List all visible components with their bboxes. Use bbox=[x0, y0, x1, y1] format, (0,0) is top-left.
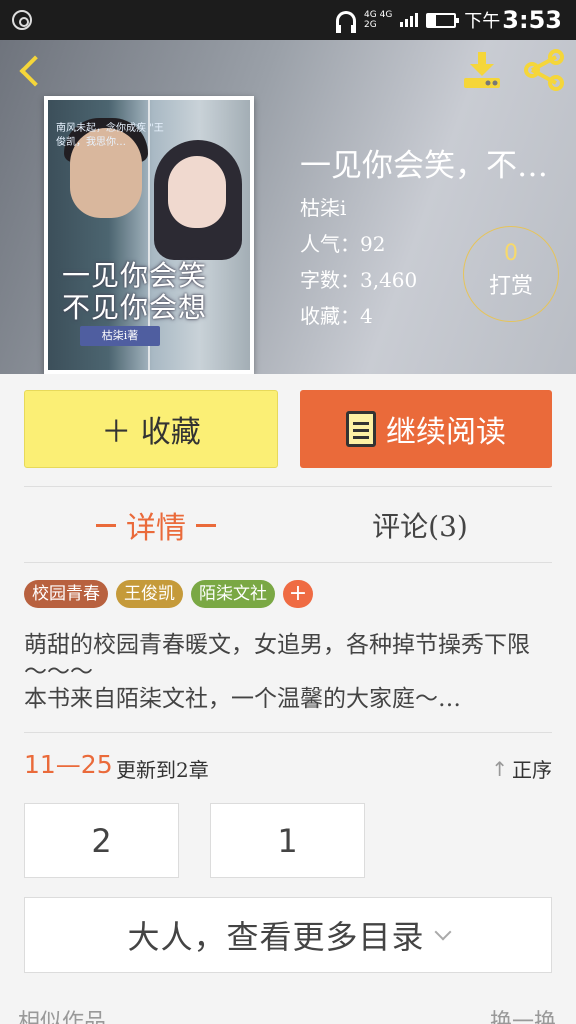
book-author[interactable]: 枯柒i bbox=[300, 192, 346, 221]
divider bbox=[24, 486, 552, 487]
network-type: 4G 4G 2G bbox=[364, 10, 393, 30]
sort-order-label: 正序 bbox=[512, 758, 552, 782]
divider bbox=[24, 732, 552, 733]
book-description[interactable]: 萌甜的校园青春暖文，女追男，各种掉节操秀下限～～～ 本书来自陌柒文社，一个温馨的… bbox=[24, 632, 552, 713]
similar-works-title: 相似作品 bbox=[18, 1010, 107, 1024]
clock: 3:53 bbox=[502, 6, 562, 34]
chapter-item[interactable]: 2 bbox=[24, 803, 179, 878]
book-cover[interactable]: 南风未起，念你成疾 "王俊凯，我思你… 一见你会笑 不见你会想 枯柒i著 bbox=[44, 96, 254, 374]
share-icon bbox=[524, 49, 564, 91]
update-date: 11—25 bbox=[24, 750, 113, 779]
book-title: 一见你会笑，不… bbox=[300, 148, 548, 184]
add-tag-button[interactable]: + bbox=[283, 580, 313, 608]
favorites-stat: 收藏：4 bbox=[300, 304, 373, 328]
battery-icon bbox=[426, 12, 460, 28]
tip-count: 0 bbox=[504, 241, 518, 266]
popularity-stat: 人气：92 bbox=[300, 232, 386, 256]
similar-refresh-button[interactable]: 换一换 bbox=[490, 1004, 556, 1024]
divider bbox=[24, 562, 552, 563]
view-more-catalog-label: 大人，查看更多目录 bbox=[127, 918, 425, 956]
update-status: 更新到2章 bbox=[116, 758, 209, 782]
book-icon bbox=[346, 411, 376, 447]
cover-author-badge: 枯柒i著 bbox=[80, 326, 160, 346]
download-button[interactable] bbox=[460, 48, 504, 92]
tip-label: 打赏 bbox=[488, 274, 533, 299]
time-prefix: 下午 bbox=[464, 11, 501, 32]
cover-blurb: 南风未起，念你成疾 "王俊凯，我思你… bbox=[56, 123, 164, 148]
word-count-stat: 字数：3,460 bbox=[300, 268, 418, 292]
tab-comments[interactable]: 评论(3) bbox=[288, 495, 552, 555]
tab-detail-label: 详情 bbox=[126, 511, 186, 546]
cover-image: 南风未起，念你成疾 "王俊凯，我思你… 一见你会笑 不见你会想 枯柒i著 bbox=[48, 100, 250, 370]
continue-reading-button[interactable]: 继续阅读 bbox=[300, 390, 552, 468]
tab-indicator bbox=[196, 523, 216, 527]
book-header: 南风未起，念你成疾 "王俊凯，我思你… 一见你会笑 不见你会想 枯柒i著 一见你… bbox=[0, 40, 576, 374]
add-to-favorites-button[interactable]: ＋ 收藏 bbox=[24, 390, 278, 468]
sort-order-button[interactable]: ↑ 正序 bbox=[491, 754, 552, 783]
status-bar: 4G 4G 2G 下午 3:53 bbox=[0, 0, 576, 40]
tag[interactable]: 校园青春 bbox=[24, 580, 108, 608]
status-indicators: 4G 4G 2G 下午 3:53 bbox=[336, 0, 562, 40]
tag[interactable]: 陌柒文社 bbox=[191, 580, 275, 608]
tab-indicator bbox=[96, 523, 116, 527]
signal-icon bbox=[400, 13, 419, 27]
back-button[interactable] bbox=[14, 52, 50, 88]
tab-detail[interactable]: 详情 bbox=[24, 495, 288, 555]
tag-list: 校园青春 王俊凯 陌柒文社 + bbox=[24, 580, 313, 608]
view-more-catalog-button[interactable]: 大人，查看更多目录 bbox=[24, 897, 552, 973]
cover-title: 一见你会笑 不见你会想 bbox=[62, 259, 208, 324]
download-icon bbox=[464, 52, 500, 88]
headset-icon bbox=[336, 11, 357, 33]
tag[interactable]: 王俊凯 bbox=[116, 580, 183, 608]
notification-icon bbox=[12, 10, 32, 30]
chapter-item[interactable]: 1 bbox=[210, 803, 365, 878]
chevron-down-icon bbox=[434, 923, 451, 941]
tab-comments-label: 评论(3) bbox=[372, 510, 468, 543]
continue-reading-label: 继续阅读 bbox=[386, 415, 506, 450]
favorite-label: ＋ 收藏 bbox=[101, 415, 201, 450]
share-button[interactable] bbox=[520, 48, 568, 92]
arrow-up-icon: ↑ bbox=[491, 756, 508, 781]
tip-button[interactable]: 0 打赏 bbox=[463, 226, 559, 322]
